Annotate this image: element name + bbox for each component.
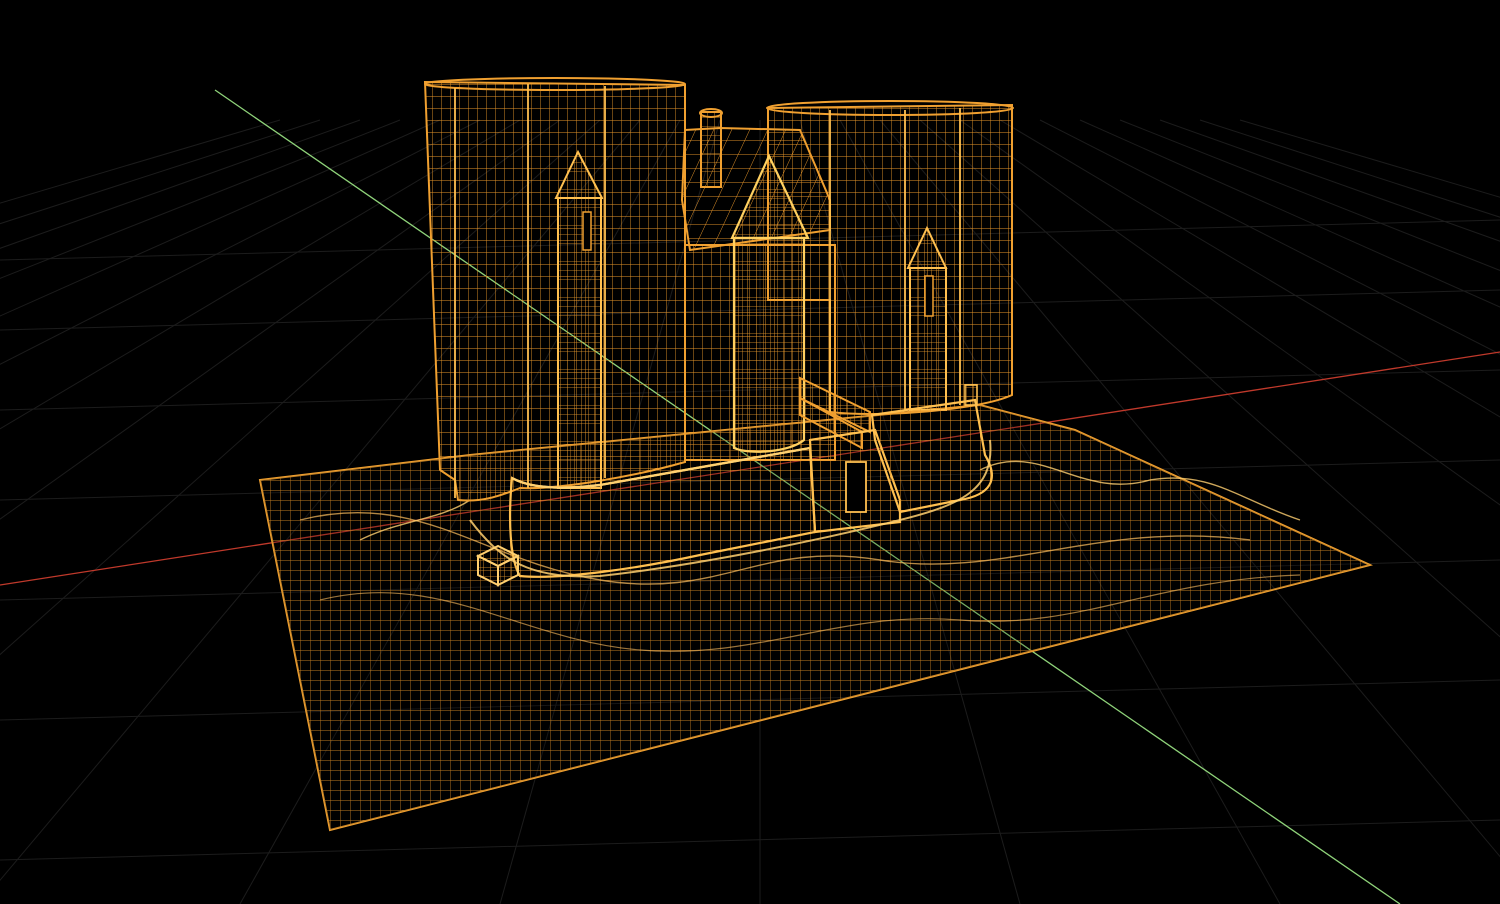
floor-grid-line xyxy=(0,119,281,204)
left-turret[interactable] xyxy=(554,149,604,489)
left-tower-body[interactable] xyxy=(423,80,686,502)
wireframe-scene[interactable] xyxy=(0,0,1500,904)
left-turret-window xyxy=(582,211,592,251)
right-turret-window xyxy=(924,275,934,317)
left-round-tower[interactable] xyxy=(423,77,686,502)
right-wall-merlon xyxy=(964,384,978,406)
floor-grid-line xyxy=(0,819,1500,861)
chimney[interactable] xyxy=(700,111,722,188)
center-turret-body[interactable] xyxy=(732,236,806,453)
gatehouse-door[interactable] xyxy=(845,461,867,513)
3d-viewport[interactable] xyxy=(0,0,1500,904)
right-turret[interactable] xyxy=(906,225,948,411)
left-turret-body[interactable] xyxy=(557,197,602,489)
